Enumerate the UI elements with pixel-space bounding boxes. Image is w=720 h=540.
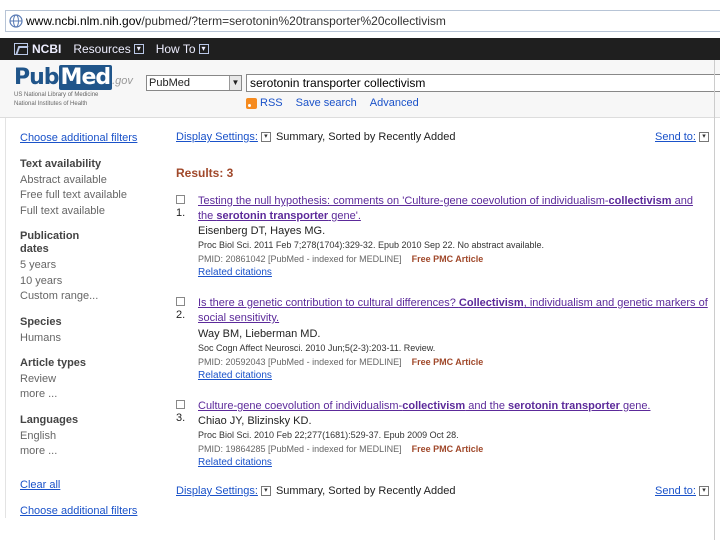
logo-gov: .gov — [112, 75, 133, 87]
result-citation: Proc Biol Sci. 2011 Feb 7;278(1704):329-… — [198, 240, 545, 250]
display-settings-link[interactable]: Display Settings: — [176, 131, 258, 143]
ncbi-logo-text: NCBI — [32, 42, 62, 56]
result-number: 2. — [176, 309, 186, 321]
result-title-link[interactable]: Is there a genetic contribution to cultu… — [198, 296, 708, 326]
display-settings-bottom: Display Settings: ▾ Summary, Sorted by R… — [176, 485, 456, 497]
filter-more-article-types[interactable]: more ... — [20, 388, 57, 400]
filter-heading-dates: dates — [20, 243, 49, 255]
result-title-link[interactable]: Testing the null hypothesis: comments on… — [198, 194, 708, 224]
result-authors: Eisenberg DT, Hayes MG. — [198, 225, 326, 237]
filter-heading-publication: Publication — [20, 230, 80, 242]
rss-icon[interactable] — [246, 97, 257, 109]
database-select[interactable]: PubMed ▼ — [146, 75, 242, 91]
result-pmid: PMID: 19864285 [PubMed - indexed for MED… — [198, 444, 484, 454]
display-settings-value: Summary, Sorted by Recently Added — [275, 485, 456, 497]
filter-abstract-available[interactable]: Abstract available — [20, 174, 107, 186]
chevron-down-icon[interactable]: ▾ — [698, 486, 709, 496]
result-title-link[interactable]: Culture-gene coevolution of individualis… — [198, 399, 708, 414]
ncbi-top-bar: NCBI Resources ▾ How To ▾ — [0, 38, 720, 60]
pubmed-header: PubMed .gov US National Library of Medici… — [0, 60, 720, 118]
database-value: PubMed — [149, 77, 190, 89]
result-item: 3. Culture-gene coevolution of individua… — [176, 399, 716, 474]
send-to-link[interactable]: Send to: — [655, 485, 696, 497]
result-authors: Way BM, Lieberman MD. — [198, 328, 321, 340]
display-settings-top: Display Settings: ▾ Summary, Sorted by R… — [176, 131, 456, 143]
related-citations-link[interactable]: Related citations — [198, 457, 272, 468]
ncbi-logo-icon — [14, 43, 28, 55]
result-citation: Proc Biol Sci. 2010 Feb 22;277(1681):529… — [198, 430, 459, 440]
related-citations-link[interactable]: Related citations — [198, 267, 272, 278]
result-pmid: PMID: 20592043 [PubMed - indexed for MED… — [198, 357, 484, 367]
chevron-down-icon[interactable]: ▾ — [260, 486, 271, 496]
url-input[interactable]: www.ncbi.nlm.nih.gov/pubmed/?term=seroto… — [5, 10, 720, 32]
filter-heading-languages: Languages — [20, 414, 79, 426]
filter-full-text[interactable]: Full text available — [20, 205, 105, 217]
result-pmid: PMID: 20861042 [PubMed - indexed for MED… — [198, 254, 484, 264]
filter-heading-text-availability: Text availability — [20, 158, 102, 170]
filter-heading-species: Species — [20, 316, 62, 328]
free-pmc-link[interactable]: Free PMC Article — [412, 254, 484, 264]
chevron-down-icon: ▾ — [198, 44, 209, 54]
free-pmc-link[interactable]: Free PMC Article — [412, 444, 484, 454]
logo-nlm-line2: National Institutes of Health — [14, 101, 88, 107]
choose-filters-link[interactable]: Choose additional filters — [20, 132, 137, 144]
filter-custom-range[interactable]: Custom range... — [20, 290, 98, 302]
send-to-top[interactable]: Send to: ▾ — [655, 131, 712, 143]
filter-more-languages[interactable]: more ... — [20, 445, 57, 457]
resources-menu[interactable]: Resources ▾ — [73, 42, 144, 56]
result-checkbox[interactable] — [176, 297, 185, 306]
results-count: Results: 3 — [176, 166, 234, 180]
display-settings-link[interactable]: Display Settings: — [176, 485, 258, 497]
browser-address-bar: www.ncbi.nlm.nih.gov/pubmed/?term=seroto… — [0, 0, 720, 38]
rss-link[interactable]: RSS — [260, 97, 283, 109]
result-checkbox[interactable] — [176, 400, 185, 409]
result-authors: Chiao JY, Blizinsky KD. — [198, 415, 312, 427]
send-to-bottom[interactable]: Send to: ▾ — [655, 485, 712, 497]
advanced-link[interactable]: Advanced — [370, 97, 419, 109]
send-to-link[interactable]: Send to: — [655, 131, 696, 143]
filter-humans[interactable]: Humans — [20, 332, 61, 344]
result-citation: Soc Cogn Affect Neurosci. 2010 Jun;5(2-3… — [198, 343, 436, 353]
logo-nlm-line1: US National Library of Medicine — [14, 92, 99, 98]
filter-english[interactable]: English — [20, 430, 56, 442]
filters-sidebar: Choose additional filters Text availabil… — [0, 118, 160, 540]
resources-label: Resources — [73, 42, 131, 56]
url-text: www.ncbi.nlm.nih.gov/pubmed/?term=seroto… — [26, 14, 446, 28]
display-settings-value: Summary, Sorted by Recently Added — [275, 131, 456, 143]
howto-menu[interactable]: How To ▾ — [156, 42, 209, 56]
choose-filters-link-bottom[interactable]: Choose additional filters — [20, 505, 137, 517]
result-number: 1. — [176, 207, 186, 219]
logo-pub: Pub — [14, 65, 60, 90]
clear-all-link[interactable]: Clear all — [20, 479, 60, 491]
filter-10-years[interactable]: 10 years — [20, 275, 62, 287]
filter-heading-article-types: Article types — [20, 357, 87, 369]
search-input[interactable]: serotonin transporter collectivism — [246, 74, 720, 92]
pubmed-logo[interactable]: PubMed .gov US National Library of Medici… — [14, 65, 134, 108]
search-sublinks: RSS Save search Advanced — [246, 97, 432, 109]
filter-5-years[interactable]: 5 years — [20, 259, 56, 271]
howto-label: How To — [155, 42, 196, 56]
free-pmc-link[interactable]: Free PMC Article — [412, 357, 484, 367]
chevron-down-icon[interactable]: ▾ — [698, 132, 709, 142]
save-search-link[interactable]: Save search — [296, 97, 357, 109]
result-number: 3. — [176, 412, 186, 424]
chevron-down-icon: ▾ — [133, 44, 144, 54]
logo-med: Med — [58, 65, 113, 90]
filter-free-full-text[interactable]: Free full text available — [20, 189, 127, 201]
related-citations-link[interactable]: Related citations — [198, 370, 272, 381]
ncbi-logo[interactable]: NCBI — [14, 42, 61, 56]
sidebar-divider — [5, 118, 6, 518]
globe-icon — [6, 11, 26, 31]
result-checkbox[interactable] — [176, 195, 185, 204]
chevron-down-icon[interactable]: ▾ — [260, 132, 271, 142]
page-right-border — [714, 60, 715, 540]
result-item: 2. Is there a genetic contribution to cu… — [176, 296, 716, 381]
chevron-down-icon: ▼ — [229, 76, 241, 90]
result-item: 1. Testing the null hypothesis: comments… — [176, 194, 716, 279]
filter-review[interactable]: Review — [20, 373, 56, 385]
